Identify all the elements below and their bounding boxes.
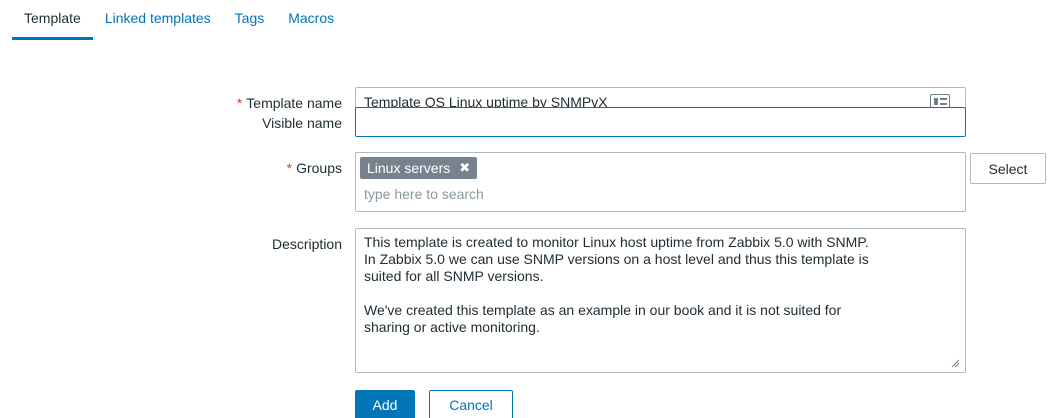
groups-label: * Groups (286, 160, 342, 176)
tab-template[interactable]: Template (12, 0, 93, 40)
template-name-label: * Template name (236, 95, 342, 111)
required-marker: * (286, 160, 293, 176)
groups-multiselect[interactable]: Linux servers ✖ type here to search (355, 152, 966, 212)
tab-bar: Template Linked templates Tags Macros (0, 0, 1051, 40)
close-icon[interactable]: ✖ (459, 157, 470, 179)
resize-handle-icon[interactable] (950, 358, 960, 368)
add-button[interactable]: Add (355, 390, 415, 418)
cancel-button[interactable]: Cancel (429, 390, 513, 418)
template-form-page: Template Linked templates Tags Macros * T… (0, 0, 1051, 418)
visible-name-input[interactable] (355, 107, 966, 137)
group-chip: Linux servers ✖ (360, 157, 478, 179)
tab-linked-templates[interactable]: Linked templates (93, 0, 223, 40)
tab-macros[interactable]: Macros (276, 0, 346, 40)
tab-tags[interactable]: Tags (223, 0, 277, 40)
visible-name-label: Visible name (262, 115, 342, 131)
select-groups-button[interactable]: Select (970, 153, 1046, 184)
group-chip-label: Linux servers (367, 160, 451, 176)
description-textarea[interactable]: This template is created to monitor Linu… (355, 228, 966, 373)
required-marker: * (236, 95, 243, 111)
groups-search-input[interactable]: type here to search (364, 186, 484, 202)
description-label: Description (271, 236, 342, 252)
